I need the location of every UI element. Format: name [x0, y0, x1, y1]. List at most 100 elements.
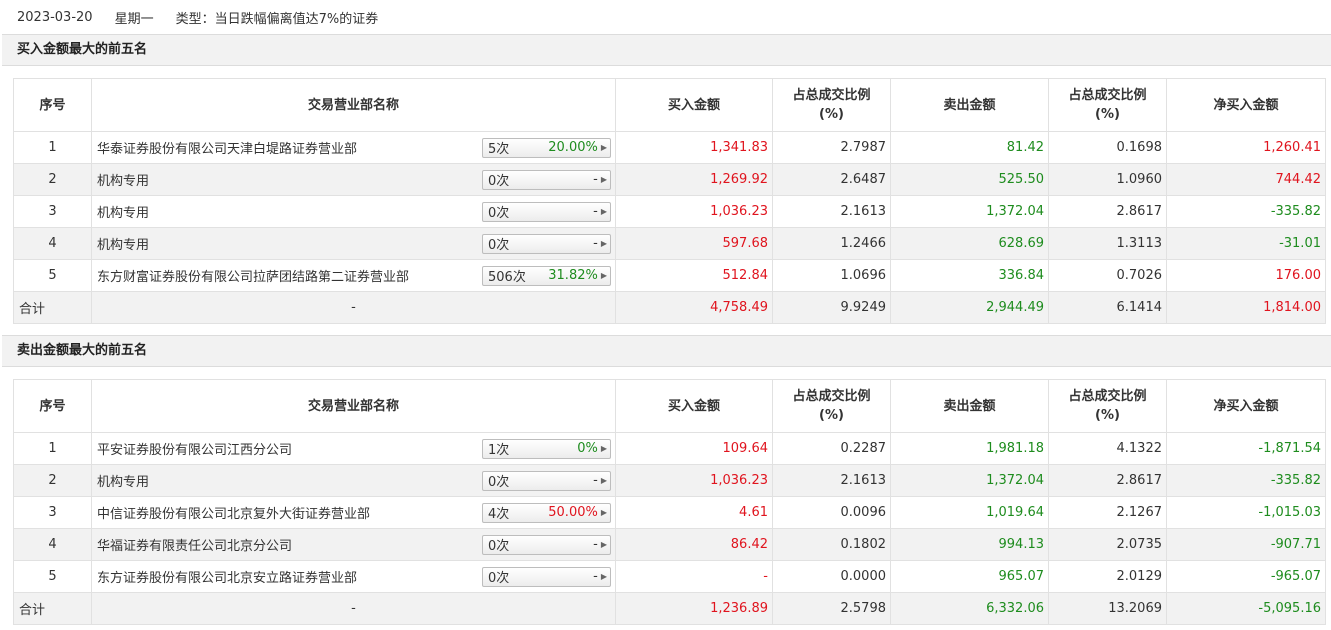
col-sell-amount: 卖出金额	[890, 379, 1049, 433]
col-buy-ratio-label: 占总成交比例	[792, 88, 871, 103]
weekday: 星期一	[114, 11, 154, 27]
col-buy-ratio: 占总成交比例 (%)	[772, 379, 891, 433]
table-row: 2 机构专用 0次 - ▶ 1,269.92 2.6487 525.50 1.0960 744.4…	[13, 163, 1326, 196]
caret-right-icon: ▶	[600, 444, 607, 453]
table-row: 4 机构专用 0次 - ▶ 597.68 1.2466 628.69 1.3113 -31.01	[13, 227, 1326, 260]
trade-stats-dropdown[interactable]: 5次 20.00% ▶	[482, 137, 611, 158]
dept-name-cell: 机构专用 0次 - ▶	[91, 227, 616, 260]
trade-stats-dropdown[interactable]: 0次 - ▶	[482, 470, 611, 491]
sell-amount: 994.13	[890, 528, 1049, 561]
dept-name-wrap: 平安证券股份有限公司江西分公司 1次 0% ▶	[97, 438, 611, 459]
table-row: 1 平安证券股份有限公司江西分公司 1次 0% ▶ 109.64 0.2287 1,981.1…	[13, 432, 1326, 465]
dept-name-cell: 机构专用 0次 - ▶	[91, 464, 616, 497]
row-seq: 1	[13, 432, 92, 465]
listing-count: 0次	[488, 571, 510, 586]
col-sell-ratio: 占总成交比例 (%)	[1048, 379, 1167, 433]
buy-ratio: 0.1802	[772, 528, 891, 561]
info-bar: 2023-03-20 星期一 类型：当日跌幅偏离值达7%的证券	[0, 0, 1331, 34]
col-dept-name: 交易营业部名称	[91, 78, 616, 132]
sell-amount: 81.42	[890, 131, 1049, 164]
net-buy-amount: -965.07	[1166, 560, 1326, 593]
trade-date: 2023-03-20	[17, 9, 93, 25]
success-rate: 20.00%	[548, 140, 598, 155]
listing-count: 0次	[488, 475, 510, 490]
net-buy-amount: 744.42	[1166, 163, 1326, 196]
dept-name-wrap: 东方证券股份有限公司北京安立路证券营业部 0次 - ▶	[97, 566, 611, 587]
net-buy-amount: -335.82	[1166, 464, 1326, 497]
sell-ratio: 2.0129	[1048, 560, 1167, 593]
trade-stats-dropdown[interactable]: 0次 - ▶	[482, 233, 611, 254]
trade-stats-dropdown[interactable]: 0次 - ▶	[482, 169, 611, 190]
net-buy-amount: -31.01	[1166, 227, 1326, 260]
dept-name-cell: 华泰证券股份有限公司天津白堤路证券营业部 5次 20.00% ▶	[91, 131, 616, 164]
success-rate: -	[593, 537, 598, 552]
dept-name: 东方财富证券股份有限公司拉萨团结路第二证券营业部	[97, 270, 410, 285]
dept-name: 机构专用	[97, 206, 150, 221]
buy-amount: 512.84	[615, 259, 773, 292]
buy-section-title: 买入金额最大的前五名	[2, 34, 1331, 66]
col-buy-ratio: 占总成交比例 (%)	[772, 78, 891, 132]
trade-stats-dropdown[interactable]: 0次 - ▶	[482, 534, 611, 555]
dept-name: 中信证券股份有限公司北京复外大街证券营业部	[97, 507, 371, 522]
caret-right-icon: ▶	[600, 508, 607, 517]
total-dept-name: -	[91, 291, 616, 324]
col-sell-ratio-unit: (%)	[1095, 408, 1120, 423]
dept-name-cell: 华福证券有限责任公司北京分公司 0次 - ▶	[91, 528, 616, 561]
listing-count: 0次	[488, 238, 510, 253]
listing-count: 0次	[488, 539, 510, 554]
col-sell-amount: 卖出金额	[890, 78, 1049, 132]
buy-ratio: 0.0096	[772, 496, 891, 529]
buy-ratio: 2.7987	[772, 131, 891, 164]
dept-name-wrap: 机构专用 0次 - ▶	[97, 201, 611, 222]
col-sell-ratio-label: 占总成交比例	[1068, 88, 1147, 103]
total-label: 合计	[13, 291, 92, 324]
net-buy-amount: -335.82	[1166, 195, 1326, 228]
col-buy-amount: 买入金额	[615, 379, 773, 433]
success-rate: -	[593, 236, 598, 251]
net-buy-amount: -907.71	[1166, 528, 1326, 561]
sell-amount: 525.50	[890, 163, 1049, 196]
col-dept-name: 交易营业部名称	[91, 379, 616, 433]
sell-ratio: 2.0735	[1048, 528, 1167, 561]
trade-stats-dropdown[interactable]: 0次 - ▶	[482, 201, 611, 222]
sell-ratio: 4.1322	[1048, 432, 1167, 465]
total-buy-ratio: 2.5798	[772, 592, 891, 625]
col-seq: 序号	[13, 78, 92, 132]
buy-ratio: 1.0696	[772, 259, 891, 292]
sell-amount: 628.69	[890, 227, 1049, 260]
trade-stats-dropdown[interactable]: 1次 0% ▶	[482, 438, 611, 459]
dept-name-wrap: 机构专用 0次 - ▶	[97, 233, 611, 254]
col-seq: 序号	[13, 379, 92, 433]
trade-stats-dropdown[interactable]: 506次 31.82% ▶	[482, 265, 611, 286]
total-row: 合计 -4,758.49 9.9249 2,944.49 6.1414 1,814.00	[13, 291, 1326, 324]
success-rate: 31.82%	[548, 268, 598, 283]
row-seq: 2	[13, 464, 92, 497]
trade-stats-dropdown[interactable]: 4次 50.00% ▶	[482, 502, 611, 523]
col-sell-ratio-label: 占总成交比例	[1068, 389, 1147, 404]
caret-right-icon: ▶	[600, 175, 607, 184]
total-buy-amount: 1,236.89	[615, 592, 773, 625]
net-buy-amount: 1,260.41	[1166, 131, 1326, 164]
buy-amount: 1,036.23	[615, 195, 773, 228]
caret-right-icon: ▶	[600, 476, 607, 485]
col-buy-amount: 买入金额	[615, 78, 773, 132]
caret-right-icon: ▶	[600, 207, 607, 216]
sell-ratio: 1.3113	[1048, 227, 1167, 260]
sell-amount: 965.07	[890, 560, 1049, 593]
col-net-buy: 净买入金额	[1166, 78, 1326, 132]
caret-right-icon: ▶	[600, 143, 607, 152]
sell-ratio: 0.7026	[1048, 259, 1167, 292]
dept-name-cell: 平安证券股份有限公司江西分公司 1次 0% ▶	[91, 432, 616, 465]
dept-name-cell: 机构专用 0次 - ▶	[91, 195, 616, 228]
success-rate: -	[593, 172, 598, 187]
caret-right-icon: ▶	[600, 271, 607, 280]
buy-amount: 86.42	[615, 528, 773, 561]
row-seq: 2	[13, 163, 92, 196]
buy-ratio: 2.1613	[772, 195, 891, 228]
total-dept-name: -	[91, 592, 616, 625]
sell-ratio: 1.0960	[1048, 163, 1167, 196]
dept-name-wrap: 华泰证券股份有限公司天津白堤路证券营业部 5次 20.00% ▶	[97, 137, 611, 158]
caret-right-icon: ▶	[600, 540, 607, 549]
buy-table-body: 1 华泰证券股份有限公司天津白堤路证券营业部 5次 20.00% ▶ 1,341.83 2.…	[13, 131, 1326, 324]
trade-stats-dropdown[interactable]: 0次 - ▶	[482, 566, 611, 587]
